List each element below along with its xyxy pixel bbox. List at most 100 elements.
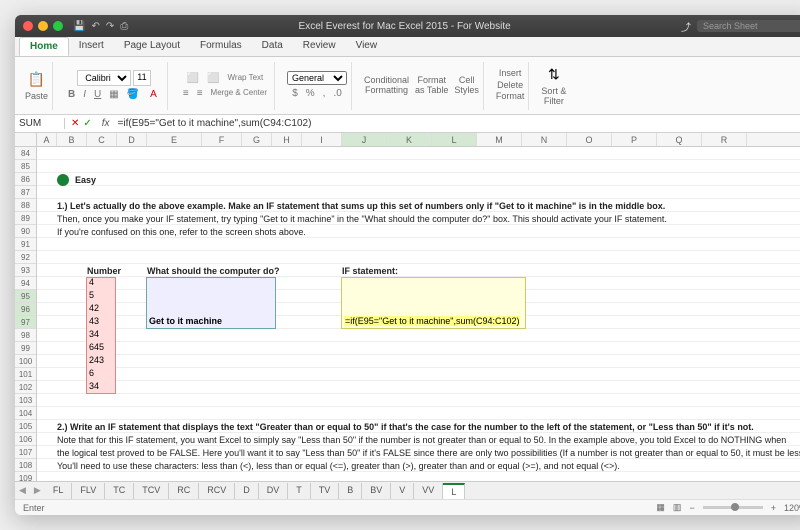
number-format-select[interactable]: General [287,71,347,85]
print-icon[interactable]: ⎙ [120,21,128,32]
tab-review[interactable]: Review [293,37,346,56]
column-header[interactable]: K [387,133,432,146]
insert-button[interactable]: Insert [499,69,522,79]
row-header[interactable]: 104 [15,407,36,420]
redo-icon[interactable]: ↷ [106,21,114,32]
row-header[interactable]: 90 [15,225,36,238]
tab-nav-prev[interactable]: ◀ [15,485,30,496]
sheet-tab[interactable]: B [339,483,362,499]
row-header[interactable]: 92 [15,251,36,264]
view-layout-icon[interactable]: ▥ [673,502,682,513]
sheet-tab[interactable]: T [288,483,311,499]
tab-home[interactable]: Home [19,37,69,56]
row-header[interactable]: 109 [15,472,36,481]
column-header[interactable]: I [302,133,342,146]
column-header[interactable]: G [242,133,272,146]
row-header[interactable]: 100 [15,355,36,368]
align-top-icon[interactable]: ⬜ [184,72,202,85]
number-cell[interactable]: 43 [89,316,99,326]
column-header[interactable]: L [432,133,477,146]
font-color-button[interactable]: A [144,88,163,101]
number-cell[interactable]: 34 [89,381,99,391]
column-header[interactable]: R [702,133,747,146]
tab-formulas[interactable]: Formulas [190,37,252,56]
share-icon[interactable]: ⤴ [681,19,691,34]
number-cell[interactable]: 42 [89,303,99,313]
border-button[interactable]: ▦ [106,88,121,101]
column-header[interactable]: O [567,133,612,146]
conditional-formatting-button[interactable]: Conditional Formatting [364,76,409,96]
align-left-icon[interactable]: ≡ [180,87,192,100]
accept-formula-icon[interactable]: ✓ [83,118,91,129]
tab-view[interactable]: View [346,37,388,56]
merge-center-button[interactable]: Merge & Center [208,87,270,100]
row-header[interactable]: 105 [15,420,36,433]
row-header[interactable]: 106 [15,433,36,446]
row-header[interactable]: 101 [15,368,36,381]
bold-button[interactable]: B [65,88,78,101]
row-header[interactable]: 86 [15,173,36,186]
increase-decimal-icon[interactable]: .0 [330,87,344,100]
underline-button[interactable]: U [91,88,104,101]
zoom-out-icon[interactable]: − [689,503,694,513]
tab-nav-next[interactable]: ▶ [30,485,45,496]
sheet-tab[interactable]: RCV [199,483,235,499]
row-header[interactable]: 98 [15,329,36,342]
currency-icon[interactable]: $ [289,87,301,100]
align-mid-icon[interactable]: ⬜ [204,72,222,85]
cancel-formula-icon[interactable]: ✕ [71,118,79,129]
row-header[interactable]: 96 [15,303,36,316]
grid[interactable]: 8485868788899091929394959697989910010110… [15,147,800,481]
maximize-icon[interactable] [53,21,63,31]
minimize-icon[interactable] [38,21,48,31]
sheet-tab[interactable]: FL [45,483,73,499]
zoom-in-icon[interactable]: + [771,503,776,513]
percent-icon[interactable]: % [303,87,318,100]
close-icon[interactable] [23,21,33,31]
comma-icon[interactable]: , [320,87,329,100]
view-normal-icon[interactable]: ▦ [656,502,665,513]
font-size-select[interactable]: 11 [133,70,150,86]
fill-color-button[interactable]: 🪣 [124,88,142,101]
row-header[interactable]: 103 [15,394,36,407]
row-header[interactable]: 88 [15,199,36,212]
sheet-tab[interactable]: D [235,483,259,499]
formula-input[interactable]: =if(E95="Get to it machine",sum(C94:C102… [114,118,800,129]
row-header[interactable]: 97 [15,316,36,329]
row-header[interactable]: 94 [15,277,36,290]
italic-button[interactable]: I [80,88,89,101]
tab-data[interactable]: Data [252,37,293,56]
save-icon[interactable]: 💾 [73,21,85,32]
name-box[interactable]: SUM [15,118,65,129]
wrap-text-button[interactable]: Wrap Text [225,72,267,85]
row-header[interactable]: 107 [15,446,36,459]
column-header[interactable]: H [272,133,302,146]
sheet-tab[interactable]: BV [362,483,391,499]
search-sheet-input[interactable]: Search Sheet [697,20,800,32]
row-header[interactable]: 102 [15,381,36,394]
row-header[interactable]: 84 [15,147,36,160]
column-header[interactable]: M [477,133,522,146]
row-header[interactable]: 87 [15,186,36,199]
zoom-level[interactable]: 120% [784,503,800,513]
tab-page-layout[interactable]: Page Layout [114,37,190,56]
sheet-tab[interactable]: TC [105,483,134,499]
font-name-select[interactable]: Calibri [77,70,131,86]
number-cell[interactable]: 645 [89,342,104,352]
sheet-tab[interactable]: RC [169,483,199,499]
align-center-icon[interactable]: ≡ [194,87,206,100]
column-header[interactable]: P [612,133,657,146]
column-header[interactable]: A [37,133,57,146]
row-header[interactable]: 95 [15,290,36,303]
column-header[interactable]: N [522,133,567,146]
undo-icon[interactable]: ↶ [91,21,99,32]
number-cell[interactable]: 4 [89,277,94,287]
sheet-tab[interactable]: TV [311,483,340,499]
sort-filter-button[interactable]: Sort & Filter [541,87,566,107]
number-cell[interactable]: 6 [89,368,94,378]
delete-button[interactable]: Delete [497,81,523,91]
sheet-tab[interactable]: DV [259,483,289,499]
row-header[interactable]: 85 [15,160,36,173]
row-header[interactable]: 108 [15,459,36,472]
column-header[interactable]: B [57,133,87,146]
